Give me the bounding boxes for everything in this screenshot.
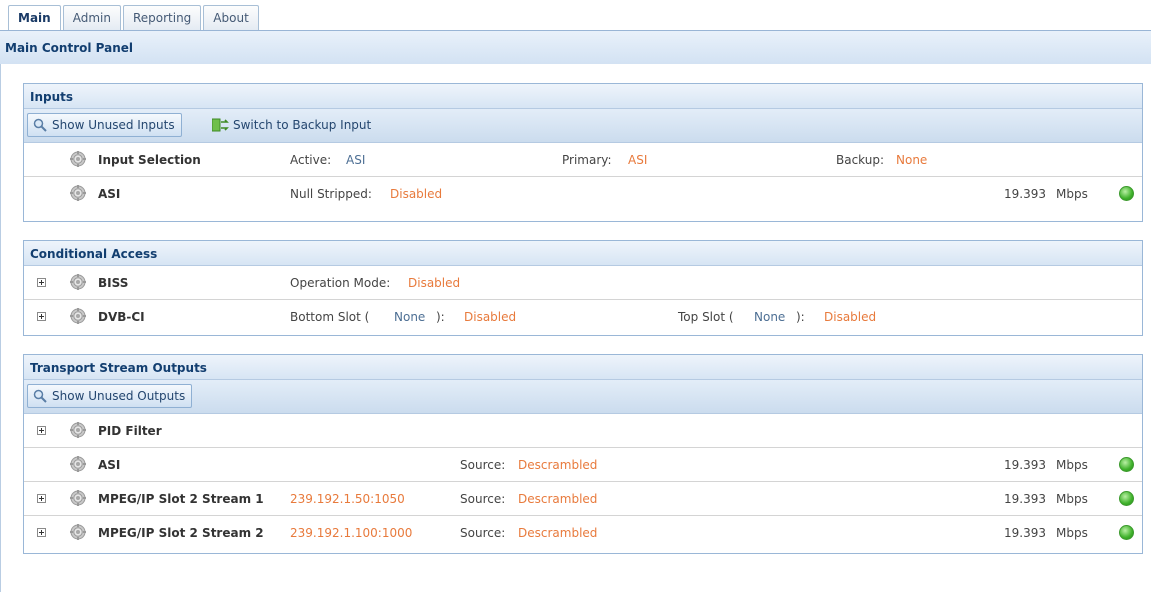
dvb-ci-row: DVB-CI Bottom Slot ( None ): Disabled To… bbox=[24, 300, 1142, 334]
operation-mode-value: Disabled bbox=[408, 276, 461, 290]
expand-icon[interactable] bbox=[37, 426, 46, 435]
bitrate-unit: Mbps bbox=[1056, 187, 1088, 201]
mpeg-ip-stream-2-row: MPEG/IP Slot 2 Stream 2 239.192.1.100:10… bbox=[24, 516, 1142, 550]
ip-address: 239.192.1.50:1050 bbox=[290, 492, 405, 506]
gear-icon[interactable] bbox=[70, 490, 86, 506]
gear-icon[interactable] bbox=[70, 274, 86, 290]
null-stripped-value: Disabled bbox=[390, 187, 443, 201]
row-name: MPEG/IP Slot 2 Stream 2 bbox=[98, 526, 264, 540]
null-stripped-label: Null Stripped: bbox=[290, 187, 372, 201]
ip-address: 239.192.1.100:1000 bbox=[290, 526, 413, 540]
operation-mode-label: Operation Mode: bbox=[290, 276, 391, 290]
bottom-slot-close: ): bbox=[436, 310, 445, 324]
source-value: Descrambled bbox=[518, 526, 598, 540]
ts-outputs-section: Transport Stream Outputs Show Unused Out… bbox=[23, 354, 1143, 554]
top-slot-module: None bbox=[754, 310, 786, 324]
top-slot-close: ): bbox=[796, 310, 805, 324]
bitrate-value: 19.393 bbox=[1004, 187, 1046, 201]
source-label: Source: bbox=[460, 492, 506, 506]
bitrate-unit: Mbps bbox=[1056, 492, 1088, 506]
expand-icon[interactable] bbox=[37, 494, 46, 503]
main-panel-body: Inputs Show Unused Inputs Switch to Back… bbox=[0, 64, 1151, 592]
inputs-section-header: Inputs bbox=[24, 84, 1142, 109]
inputs-toolbar: Show Unused Inputs Switch to Backup Inpu… bbox=[24, 109, 1142, 143]
bitrate-value: 19.393 bbox=[1004, 526, 1046, 540]
show-unused-outputs-label: Show Unused Outputs bbox=[52, 389, 186, 403]
panel-title: Main Control Panel bbox=[5, 41, 134, 55]
expand-icon[interactable] bbox=[37, 312, 46, 321]
bitrate-value: 19.393 bbox=[1004, 492, 1046, 506]
primary-value: ASI bbox=[628, 153, 648, 167]
row-name: BISS bbox=[98, 276, 129, 290]
bottom-slot-label: Bottom Slot ( bbox=[290, 310, 370, 324]
top-slot-label: Top Slot ( bbox=[678, 310, 734, 324]
tab-admin[interactable]: Admin bbox=[62, 5, 121, 30]
conditional-access-section: Conditional Access BISS Operation Mode: … bbox=[23, 240, 1143, 336]
search-icon bbox=[33, 118, 47, 132]
status-led-icon bbox=[1119, 186, 1134, 201]
outputs-section-title: Transport Stream Outputs bbox=[30, 361, 207, 375]
pid-filter-row: PID Filter bbox=[24, 414, 1142, 448]
bitrate-unit: Mbps bbox=[1056, 458, 1088, 472]
gear-icon[interactable] bbox=[70, 185, 86, 201]
row-name: MPEG/IP Slot 2 Stream 1 bbox=[98, 492, 264, 506]
tab-main[interactable]: Main bbox=[8, 5, 61, 31]
gear-icon[interactable] bbox=[70, 422, 86, 438]
outputs-toolbar: Show Unused Outputs bbox=[24, 380, 1142, 414]
show-unused-inputs-button[interactable]: Show Unused Inputs bbox=[27, 113, 182, 137]
top-slot-value: Disabled bbox=[824, 310, 877, 324]
gear-icon[interactable] bbox=[70, 524, 86, 540]
mpeg-ip-stream-1-row: MPEG/IP Slot 2 Stream 1 239.192.1.50:105… bbox=[24, 482, 1142, 516]
expand-icon[interactable] bbox=[37, 528, 46, 537]
backup-label: Backup: bbox=[836, 153, 885, 167]
input-selection-row: Input Selection Active: ASI Primary: ASI… bbox=[24, 143, 1142, 177]
status-led-icon bbox=[1119, 491, 1134, 506]
gear-icon[interactable] bbox=[70, 456, 86, 472]
source-label: Source: bbox=[460, 458, 506, 472]
active-label: Active: bbox=[290, 153, 332, 167]
active-value: ASI bbox=[346, 153, 366, 167]
row-name: ASI bbox=[98, 458, 121, 472]
bottom-slot-module: None bbox=[394, 310, 426, 324]
biss-row: BISS Operation Mode: Disabled bbox=[24, 266, 1142, 300]
bottom-slot-value: Disabled bbox=[464, 310, 517, 324]
outputs-section-header: Transport Stream Outputs bbox=[24, 355, 1142, 380]
bitrate-value: 19.393 bbox=[1004, 458, 1046, 472]
inputs-section-title: Inputs bbox=[30, 90, 74, 104]
backup-value: None bbox=[896, 153, 928, 167]
status-led-icon bbox=[1119, 457, 1134, 472]
search-icon bbox=[33, 389, 47, 403]
gear-icon[interactable] bbox=[70, 151, 86, 167]
row-name: ASI bbox=[98, 187, 121, 201]
source-value: Descrambled bbox=[518, 458, 598, 472]
switch-icon bbox=[212, 118, 229, 132]
tab-about[interactable]: About bbox=[203, 5, 259, 30]
tab-bar: Main Admin Reporting About bbox=[8, 5, 259, 31]
status-led-icon bbox=[1119, 525, 1134, 540]
ca-section-header: Conditional Access bbox=[24, 241, 1142, 266]
tab-reporting[interactable]: Reporting bbox=[122, 5, 202, 30]
row-name: Input Selection bbox=[98, 153, 201, 167]
switch-backup-input-button[interactable]: Switch to Backup Input bbox=[209, 113, 371, 137]
row-name: PID Filter bbox=[98, 424, 162, 438]
ca-section-title: Conditional Access bbox=[30, 247, 158, 261]
main-panel-header: Main Control Panel bbox=[0, 30, 1151, 64]
show-unused-inputs-label: Show Unused Inputs bbox=[52, 118, 175, 132]
inputs-section: Inputs Show Unused Inputs Switch to Back… bbox=[23, 83, 1143, 222]
row-name: DVB-CI bbox=[98, 310, 145, 324]
show-unused-outputs-button[interactable]: Show Unused Outputs bbox=[27, 384, 193, 408]
input-asi-row: ASI Null Stripped: Disabled 19.393 Mbps bbox=[24, 177, 1142, 211]
source-label: Source: bbox=[460, 526, 506, 540]
primary-label: Primary: bbox=[562, 153, 612, 167]
gear-icon[interactable] bbox=[70, 308, 86, 324]
output-asi-row: ASI Source: Descrambled 19.393 Mbps bbox=[24, 448, 1142, 482]
switch-backup-input-label: Switch to Backup Input bbox=[233, 118, 372, 132]
expand-icon[interactable] bbox=[37, 278, 46, 287]
bitrate-unit: Mbps bbox=[1056, 526, 1088, 540]
source-value: Descrambled bbox=[518, 492, 598, 506]
